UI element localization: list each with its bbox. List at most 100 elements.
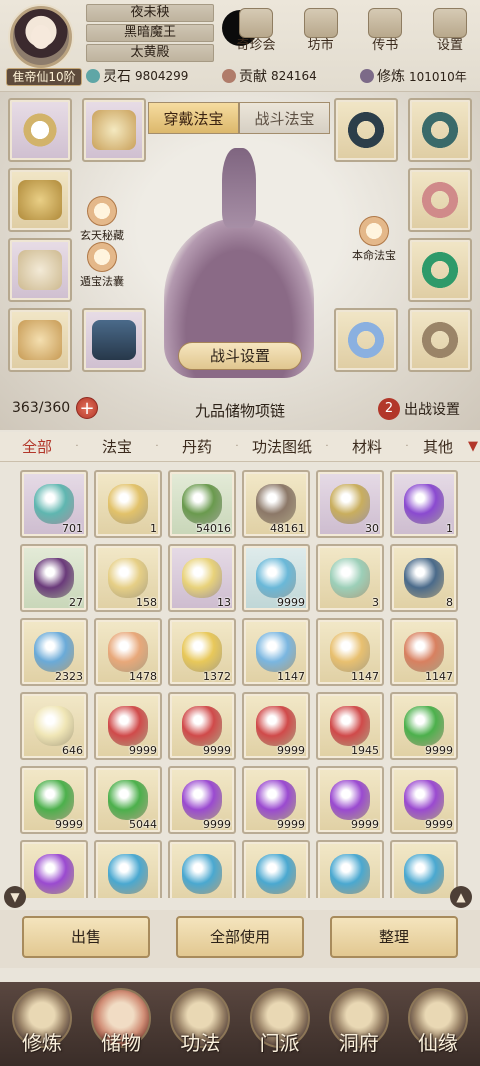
inventory-item[interactable]: 1478: [94, 618, 162, 686]
ring-icon: [344, 110, 388, 150]
glove-icon: [18, 250, 62, 290]
equip-slot-pink-ring[interactable]: [408, 168, 472, 232]
inventory-item[interactable]: 5044: [94, 766, 162, 834]
nav-storage[interactable]: 储物: [85, 982, 157, 1066]
mystic-vault-button[interactable]: 玄天秘藏: [74, 196, 130, 243]
item-icon: [404, 632, 444, 672]
equip-slot-ring-band[interactable]: [8, 98, 72, 162]
nav-cave[interactable]: 洞府: [323, 982, 395, 1066]
item-icon: [404, 558, 444, 598]
tab-technique-scrolls[interactable]: 功法图纸: [240, 436, 324, 457]
equip-slot-beast[interactable]: [82, 98, 146, 162]
battle-setting-button[interactable]: 战斗设置: [178, 342, 302, 370]
deploy-setting-button[interactable]: 2 出战设置: [378, 396, 478, 422]
equip-slot-glove[interactable]: [8, 238, 72, 302]
avatar[interactable]: [10, 6, 72, 68]
tab-other[interactable]: 其他: [410, 436, 466, 457]
inventory-item[interactable]: 54016: [168, 470, 236, 538]
inventory-item[interactable]: [316, 840, 384, 898]
inventory-item[interactable]: 1147: [316, 618, 384, 686]
inventory-item[interactable]: [242, 840, 310, 898]
chevron-down-icon[interactable]: ▼: [468, 439, 478, 454]
mystic-vault-label: 玄天秘藏: [80, 229, 124, 242]
inventory-item[interactable]: 9999: [242, 692, 310, 760]
inventory-item[interactable]: 158: [94, 544, 162, 612]
boots-icon: [92, 320, 136, 360]
deploy-setting-label: 出战设置: [404, 402, 460, 418]
item-count: 13: [217, 596, 231, 609]
scroll-up-button[interactable]: ▲: [450, 886, 472, 908]
inventory-item[interactable]: [168, 840, 236, 898]
nav-technique[interactable]: 功法: [164, 982, 236, 1066]
inventory-item[interactable]: 9999: [20, 766, 88, 834]
market-button[interactable]: 坊市: [293, 4, 349, 60]
equip-slot-boots[interactable]: [82, 308, 146, 372]
inventory-item[interactable]: 1945: [316, 692, 384, 760]
inventory-item[interactable]: 1: [94, 470, 162, 538]
pouch-icon: [87, 242, 117, 272]
inventory-item[interactable]: 30: [316, 470, 384, 538]
inventory-item[interactable]: 9999: [242, 766, 310, 834]
nav-sect[interactable]: 门派: [244, 982, 316, 1066]
treasure-pavilion-button[interactable]: 奇珍会: [228, 4, 284, 60]
inventory-item[interactable]: 3: [316, 544, 384, 612]
inventory-item[interactable]: 1: [390, 470, 458, 538]
inventory-item[interactable]: 701: [20, 470, 88, 538]
inventory-item[interactable]: 1372: [168, 618, 236, 686]
use-all-button[interactable]: 全部使用: [176, 916, 304, 958]
item-count: 158: [136, 596, 157, 609]
equip-slot-green-ring[interactable]: [408, 238, 472, 302]
inventory-item[interactable]: [94, 840, 162, 898]
inventory-item[interactable]: 27: [20, 544, 88, 612]
ring-icon: [418, 180, 462, 220]
equip-slot-crown[interactable]: [8, 168, 72, 232]
letter-label: 传书: [372, 38, 399, 53]
equip-slot-jade-ring[interactable]: [408, 98, 472, 162]
settings-button[interactable]: 设置: [422, 4, 478, 60]
resource-value: 101010年: [409, 69, 467, 84]
sort-button[interactable]: 整理: [330, 916, 458, 958]
inventory-item[interactable]: 9999: [390, 766, 458, 834]
item-icon: [256, 558, 296, 598]
inventory-item[interactable]: 9999: [94, 692, 162, 760]
player-avatar[interactable]: 隹帝仙10阶: [4, 4, 82, 86]
item-icon: [108, 632, 148, 672]
tab-worn-treasure[interactable]: 穿戴法宝: [148, 102, 239, 134]
inventory-item[interactable]: 9999: [316, 766, 384, 834]
tab-battle-treasure[interactable]: 战斗法宝: [239, 102, 330, 134]
expand-capacity-button[interactable]: +: [76, 397, 98, 419]
tab-materials[interactable]: 材料: [330, 436, 404, 457]
inventory-item[interactable]: [20, 840, 88, 898]
item-count: 1147: [277, 670, 305, 683]
inventory-item[interactable]: 48161: [242, 470, 310, 538]
equip-slot-dark-ring[interactable]: [334, 98, 398, 162]
sell-button[interactable]: 出售: [22, 916, 150, 958]
tab-treasure[interactable]: 法宝: [80, 436, 154, 457]
inventory-item[interactable]: 1147: [242, 618, 310, 686]
inventory-item[interactable]: 13: [168, 544, 236, 612]
inventory-item[interactable]: 2323: [20, 618, 88, 686]
natal-treasure-button[interactable]: 本命法宝: [346, 216, 402, 263]
equip-slot-crystal-ring[interactable]: [334, 308, 398, 372]
inventory-item[interactable]: [390, 840, 458, 898]
inventory-item[interactable]: 646: [20, 692, 88, 760]
capacity-row: 九品储物项链 363/360 + 2 出战设置: [0, 392, 480, 424]
treasure-pouch-button[interactable]: 遁宝法囊: [74, 242, 130, 289]
tab-all[interactable]: 全部: [0, 436, 74, 457]
letter-button[interactable]: 传书: [357, 4, 413, 60]
scroll-down-button[interactable]: ▼: [4, 886, 26, 908]
inventory-item[interactable]: 9999: [168, 692, 236, 760]
inventory-item[interactable]: 1147: [390, 618, 458, 686]
nav-fate[interactable]: 仙缘: [402, 982, 474, 1066]
item-count: 3: [372, 596, 379, 609]
inventory-item[interactable]: 9999: [242, 544, 310, 612]
inventory-item[interactable]: 9999: [390, 692, 458, 760]
treasure-icon: [239, 8, 273, 38]
tab-pills[interactable]: 丹药: [160, 436, 234, 457]
inventory-item[interactable]: 9999: [168, 766, 236, 834]
equip-slot-dragon-ring[interactable]: [408, 308, 472, 372]
nav-label: 洞府: [338, 1031, 379, 1055]
nav-cultivate[interactable]: 修炼: [6, 982, 78, 1066]
inventory-item[interactable]: 8: [390, 544, 458, 612]
equip-slot-mask[interactable]: [8, 308, 72, 372]
